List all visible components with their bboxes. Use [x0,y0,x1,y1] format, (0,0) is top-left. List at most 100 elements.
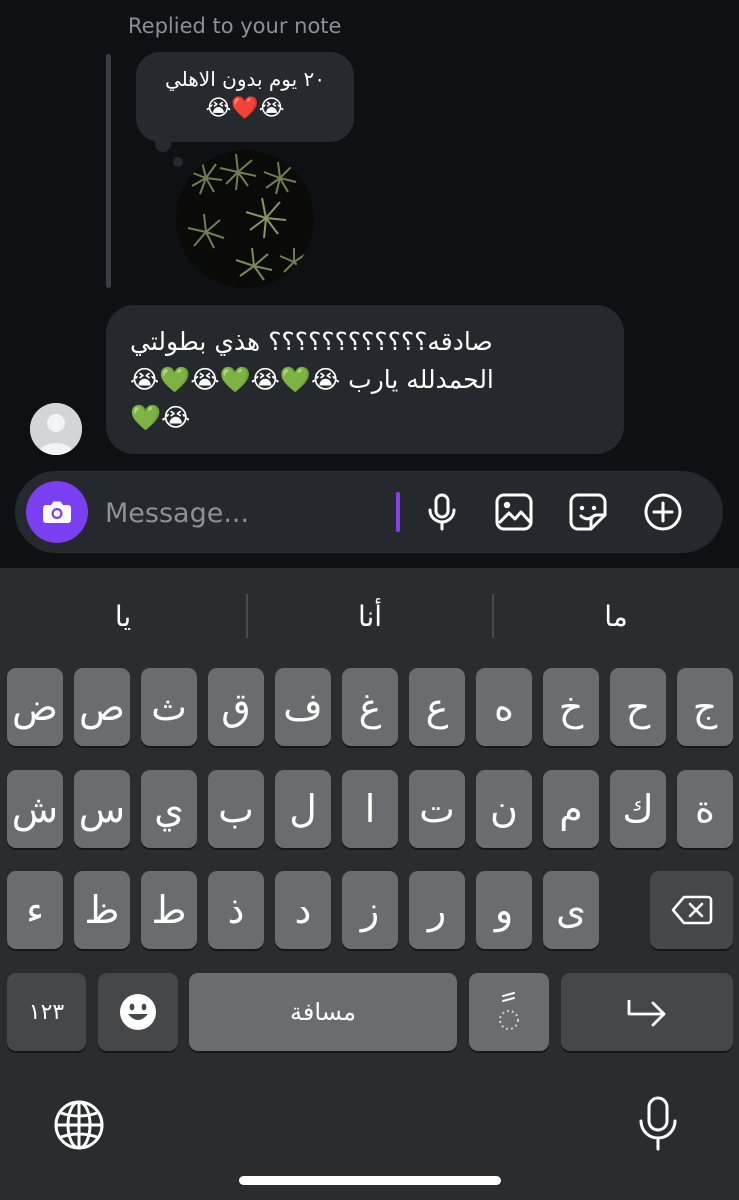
key[interactable]: ل [275,770,331,848]
reply-indicator-bar [106,54,111,288]
key[interactable]: ت [409,770,465,848]
key[interactable]: ش [7,770,63,848]
key-label: ث [151,685,187,729]
microphone-icon [639,1096,677,1151]
key-label: ق [221,685,251,729]
voice-message-button[interactable] [419,489,465,535]
key[interactable]: ه [476,668,532,746]
gallery-icon [495,493,533,531]
key-label: ج [692,685,718,729]
numbers-key-label: ١٢٣ [28,999,65,1025]
avatar[interactable] [30,403,82,455]
key-label: ء [26,888,44,932]
suggestion-item[interactable]: يا [0,592,246,642]
keyboard: ما أنا يا ج ح خ ه ع غ ف ق ث ص ض ة ك م ن … [0,568,739,1200]
key-label: م [559,787,583,831]
key-label: ى [556,888,586,932]
key[interactable]: و [476,871,532,949]
key[interactable]: د [275,871,331,949]
default-avatar-icon [30,403,82,455]
chat-thread: Replied to your note ٢٠ يوم بدون الاهلي … [0,0,739,568]
key-label: ط [151,888,187,932]
key[interactable]: ء [7,871,63,949]
suggestion-bar: ما أنا يا [0,568,739,664]
key-label: ك [622,787,654,831]
globe-icon [54,1100,104,1150]
key[interactable]: ي [141,770,197,848]
key[interactable]: م [543,770,599,848]
message-composer [15,471,723,553]
key[interactable]: ق [208,668,264,746]
key[interactable]: ب [208,770,264,848]
emoji-icon [120,994,156,1030]
key[interactable]: ث [141,668,197,746]
note-bubble[interactable]: ٢٠ يوم بدون الاهلي 😭❤️😭 [136,52,354,142]
note-profile-photo[interactable] [176,150,314,288]
dictation-button[interactable] [634,1094,682,1154]
diacritics-key[interactable] [469,973,549,1051]
delete-key[interactable] [650,871,733,949]
key-label: ع [425,685,449,729]
key[interactable]: غ [342,668,398,746]
key[interactable]: ك [610,770,666,848]
key[interactable]: ا [342,770,398,848]
key[interactable]: ع [409,668,465,746]
key[interactable]: ز [342,871,398,949]
key-label: ن [490,787,518,831]
numbers-key[interactable]: ١٢٣ [7,973,86,1051]
key[interactable]: ن [476,770,532,848]
text-cursor [396,492,400,532]
key[interactable]: ط [141,871,197,949]
message-line-1: صادقه؟؟؟؟؟؟؟؟؟؟؟؟ هذي بطولتي [130,327,493,356]
key-label: ش [11,787,59,831]
key[interactable]: ح [610,668,666,746]
message-line-2: الحمدلله يارب 😭💚😭💚😭💚😭 [130,365,494,394]
key-label: ت [419,787,455,831]
suggestion-divider [246,594,248,638]
message-input[interactable] [105,493,385,533]
key[interactable]: ف [275,668,331,746]
key-label: ز [360,888,380,932]
key-label: ذ [227,888,245,932]
home-indicator [239,1176,501,1185]
suggestion-item[interactable]: ما [493,592,739,642]
note-emoji: 😭❤️😭 [205,96,285,121]
space-key-label: مسافة [290,998,356,1026]
key-label: س [78,787,126,831]
diacritic-circle-icon [499,992,519,1030]
key[interactable]: ة [677,770,733,848]
key-label: ض [12,685,58,729]
key[interactable]: ى [543,871,599,949]
key[interactable]: ر [409,871,465,949]
key[interactable]: ظ [74,871,130,949]
sticker-button[interactable] [565,489,611,535]
backspace-icon [671,895,712,925]
emoji-key[interactable] [98,973,178,1051]
key-label: ا [364,787,376,831]
key-label: ل [289,787,317,831]
gallery-button[interactable] [491,489,537,535]
more-options-button[interactable] [640,489,686,535]
key[interactable]: ذ [208,871,264,949]
key-label: ظ [84,888,120,932]
key[interactable]: ج [677,668,733,746]
space-key[interactable]: مسافة [189,973,457,1051]
key-label: د [294,888,312,932]
key-label: ب [218,787,254,831]
language-switch-button[interactable] [52,1098,106,1152]
key[interactable]: خ [543,668,599,746]
sticker-icon [569,493,607,531]
camera-button[interactable] [26,481,88,543]
key[interactable]: ص [74,668,130,746]
key-label: و [494,888,514,932]
note-text: ٢٠ يوم بدون الاهلي [164,67,326,91]
key[interactable]: ض [7,668,63,746]
plus-icon [644,493,682,531]
return-arrow-icon [627,1000,666,1027]
suggestion-item[interactable]: أنا [247,592,493,642]
message-bubble[interactable]: صادقه؟؟؟؟؟؟؟؟؟؟؟؟ هذي بطولتي الحمدلله يا… [106,305,624,454]
key[interactable]: س [74,770,130,848]
return-key[interactable] [561,973,733,1051]
key-label: غ [358,685,382,729]
key-label: خ [558,685,584,729]
